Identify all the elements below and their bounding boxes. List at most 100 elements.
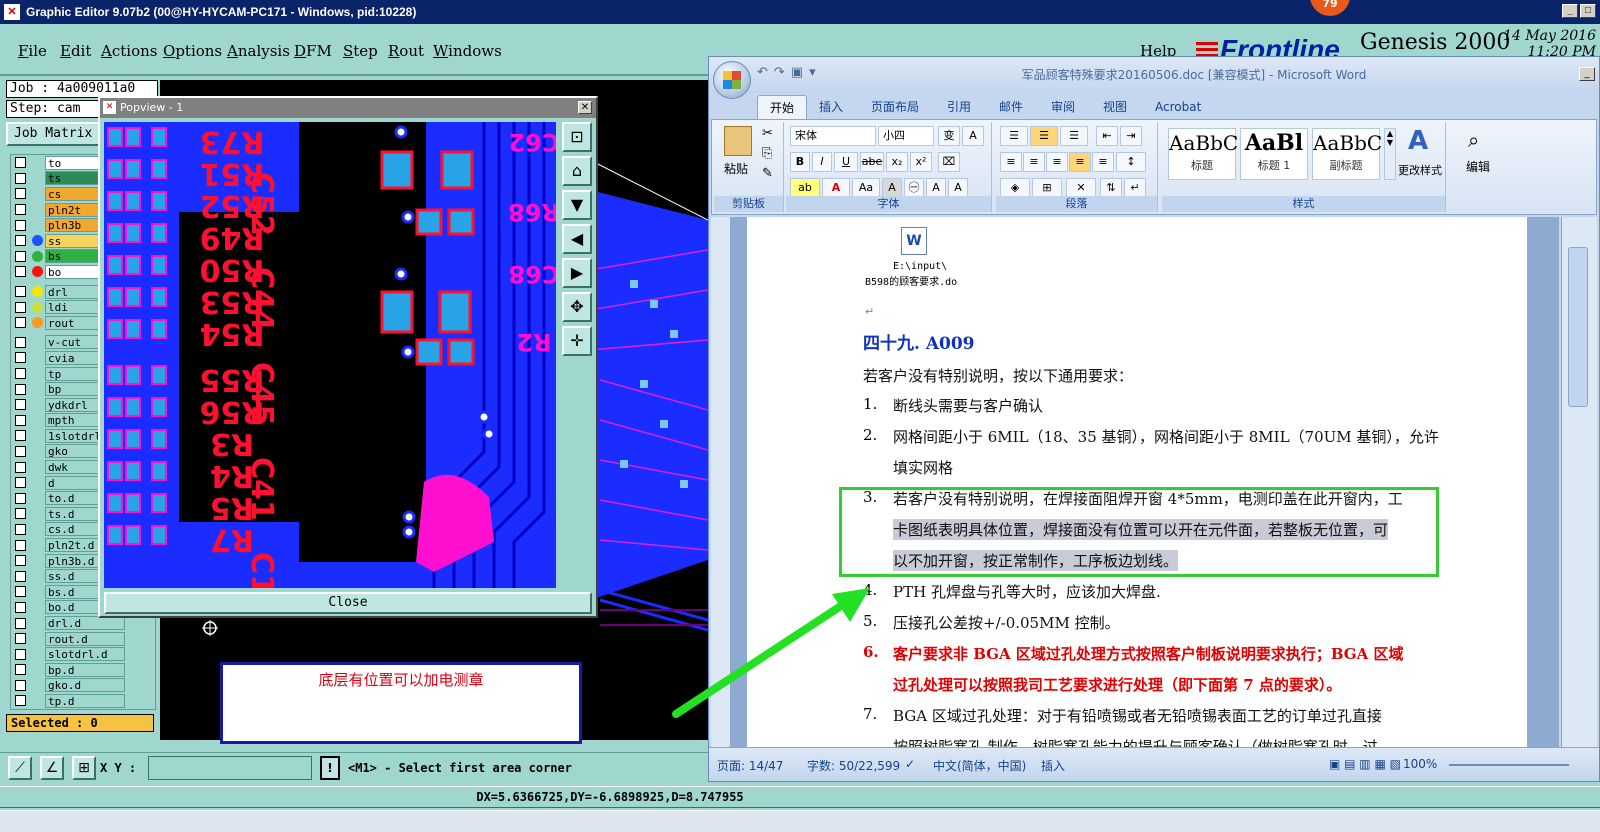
layer-checkbox[interactable] [15,219,26,231]
layer-checkbox[interactable] [15,601,26,613]
tab-references[interactable]: 引用 [935,95,983,119]
pan-right-icon[interactable]: ▶ [562,258,592,288]
zoom-fit-icon[interactable]: ⊡ [562,122,592,152]
pcb-zoom-view[interactable]: R73 R51 R52 R49 R50 R53 R54 R55 R56 R3 R4 R5 R7 C52 C4… [104,122,556,588]
snap-icon[interactable]: ⟋ [8,756,32,780]
highlight-icon[interactable]: ab [790,178,820,198]
alert-icon[interactable]: ! [320,756,340,780]
layer-row[interactable]: bp.d [11,662,155,678]
enclose-char-icon[interactable]: ㊀ [904,178,924,198]
layer-name[interactable]: rout.d [45,631,125,646]
layer-checkbox[interactable] [15,648,26,660]
layer-checkbox[interactable] [15,445,26,457]
char-border-icon[interactable]: A [962,126,984,146]
increase-indent-icon[interactable]: ⇥ [1120,126,1142,146]
home-icon[interactable]: ⌂ [562,156,592,186]
change-styles-icon[interactable]: A [1408,126,1428,156]
layer-checkbox[interactable] [15,555,26,567]
styles-scroll-icon[interactable]: ▲ ▼ [1384,128,1396,180]
popview-close-icon[interactable]: ✕ [578,101,592,114]
bold-icon[interactable]: B [790,152,810,172]
layer-checkbox[interactable] [15,492,26,504]
change-case-icon[interactable]: Aa [852,178,880,198]
layer-checkbox[interactable] [15,633,26,645]
sort-icon[interactable]: ⇅ [1100,178,1122,198]
insert-mode[interactable]: 插入 [1041,757,1065,774]
zoom-slider[interactable] [1449,764,1569,766]
pan-left-icon[interactable]: ◀ [562,224,592,254]
layer-name[interactable]: bp.d [45,662,125,677]
underline-icon[interactable]: U [834,152,858,172]
layer-name[interactable]: slotdrl.d [45,647,125,662]
decrease-indent-icon[interactable]: ⇤ [1096,126,1118,146]
multilevel-icon[interactable]: ☰ [1060,126,1088,146]
xy-input[interactable] [148,756,312,780]
layer-checkbox[interactable] [15,586,26,598]
layer-row[interactable]: slotdrl.d [11,646,155,662]
popview-close-button[interactable]: Close [104,592,592,614]
strikethrough-icon[interactable]: abe [860,152,884,172]
layer-checkbox[interactable] [15,679,26,691]
change-styles-button[interactable]: 更改样式 [1398,162,1442,178]
layer-checkbox[interactable] [15,523,26,535]
style-subtitle[interactable]: AaBbC 副标题 [1312,128,1382,180]
layer-checkbox[interactable] [15,383,26,395]
tab-view[interactable]: 视图 [1091,95,1139,119]
bullets-icon[interactable]: ☰ [1000,126,1028,146]
align-right-icon[interactable]: ≡ [1046,152,1068,172]
style-title[interactable]: AaBbC 标题 [1168,128,1238,180]
font-size-select[interactable]: 小四 [878,126,934,146]
layer-checkbox[interactable] [15,477,26,489]
grid-icon[interactable]: ⊞ [72,756,96,780]
layer-row[interactable]: rout.d [11,631,155,647]
layer-checkbox[interactable] [15,250,26,262]
word-doc-icon[interactable]: W [901,227,927,255]
view-buttons[interactable]: ▣ ▤ ▥ ▦ ▧ [1329,757,1401,771]
layer-checkbox[interactable] [15,266,26,278]
shading-icon[interactable]: ◈ [1000,178,1030,198]
word-minimize-button[interactable]: _ [1579,67,1595,81]
numbering-icon[interactable]: ☰ [1030,126,1058,146]
pan-all-icon[interactable]: ✛ [562,326,592,356]
layer-name[interactable]: gko.d [45,678,125,693]
layer-checkbox[interactable] [15,617,26,629]
layer-checkbox[interactable] [15,570,26,582]
measure-icon[interactable]: ∠ [40,756,64,780]
layer-name[interactable]: drl.d [45,616,125,631]
layer-checkbox[interactable] [15,286,26,298]
menu-options[interactable]: Options [163,42,222,60]
layer-checkbox[interactable] [15,539,26,551]
layer-row[interactable]: gko.d [11,678,155,694]
tab-acrobat[interactable]: Acrobat [1143,95,1213,119]
asian-layout-icon[interactable]: ✕ [1066,178,1096,198]
layer-checkbox[interactable] [15,399,26,411]
layer-checkbox[interactable] [15,317,26,329]
menu-windows[interactable]: Windows [433,42,502,60]
paste-button[interactable]: 粘贴 [724,160,748,177]
layer-checkbox[interactable] [15,301,26,313]
font-color-icon[interactable]: A [822,178,850,198]
layer-checkbox[interactable] [15,352,26,364]
scrollbar-thumb[interactable] [1568,247,1588,407]
shrink-icon[interactable]: A [948,178,968,198]
language[interactable]: 中文(简体，中国) [933,757,1026,774]
style-heading-1[interactable]: AaBl 标题 1 [1240,128,1308,180]
subscript-icon[interactable]: x₂ [886,152,908,172]
paste-icon[interactable] [724,126,752,156]
zoom-level[interactable]: 100% [1403,757,1437,771]
superscript-icon[interactable]: x² [910,152,932,172]
menu-actions[interactable]: Actions [101,42,157,60]
menu-dfm[interactable]: DFM [294,42,332,60]
layer-checkbox[interactable] [15,204,26,216]
vertical-scrollbar[interactable] [1561,217,1597,747]
menu-file[interactable]: File [18,42,47,60]
border-icon[interactable]: ⊞ [1032,178,1062,198]
layer-checkbox[interactable] [15,414,26,426]
tab-page-layout[interactable]: 页面布局 [859,95,931,119]
distribute-icon[interactable]: ≡ [1092,152,1114,172]
zoom-out-icon[interactable]: ✥ [562,292,592,322]
layer-checkbox[interactable] [15,508,26,520]
format-painter-icon[interactable]: ✎ [762,166,773,181]
layer-checkbox[interactable] [15,188,26,200]
cut-icon[interactable]: ✂ [762,126,773,141]
